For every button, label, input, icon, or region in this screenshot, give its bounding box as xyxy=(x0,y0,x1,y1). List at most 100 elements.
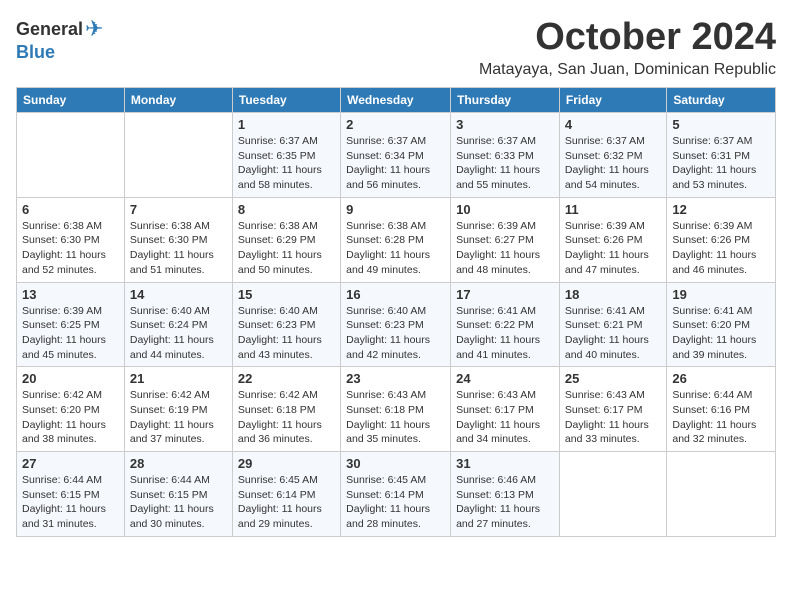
day-number: 25 xyxy=(565,371,661,386)
calendar-cell: 31 Sunrise: 6:46 AM Sunset: 6:13 PM Dayli… xyxy=(451,452,560,537)
day-number: 8 xyxy=(238,202,335,217)
calendar-body: 1 Sunrise: 6:37 AM Sunset: 6:35 PM Daylig… xyxy=(17,113,776,537)
day-detail: Sunrise: 6:42 AM Sunset: 6:19 PM Dayligh… xyxy=(130,388,227,447)
day-detail: Sunrise: 6:41 AM Sunset: 6:22 PM Dayligh… xyxy=(456,304,554,363)
day-number: 20 xyxy=(22,371,119,386)
day-detail: Sunrise: 6:43 AM Sunset: 6:17 PM Dayligh… xyxy=(456,388,554,447)
logo: General ✈ Blue xyxy=(16,16,103,63)
day-number: 15 xyxy=(238,287,335,302)
day-detail: Sunrise: 6:43 AM Sunset: 6:17 PM Dayligh… xyxy=(565,388,661,447)
calendar-cell: 18 Sunrise: 6:41 AM Sunset: 6:21 PM Dayli… xyxy=(559,282,666,367)
calendar-cell: 15 Sunrise: 6:40 AM Sunset: 6:23 PM Dayli… xyxy=(232,282,340,367)
day-number: 3 xyxy=(456,117,554,132)
day-detail: Sunrise: 6:38 AM Sunset: 6:29 PM Dayligh… xyxy=(238,219,335,278)
day-number: 1 xyxy=(238,117,335,132)
day-number: 2 xyxy=(346,117,445,132)
day-detail: Sunrise: 6:37 AM Sunset: 6:34 PM Dayligh… xyxy=(346,134,445,193)
calendar-cell: 22 Sunrise: 6:42 AM Sunset: 6:18 PM Dayli… xyxy=(232,367,340,452)
day-detail: Sunrise: 6:43 AM Sunset: 6:18 PM Dayligh… xyxy=(346,388,445,447)
day-detail: Sunrise: 6:40 AM Sunset: 6:23 PM Dayligh… xyxy=(238,304,335,363)
title-area: October 2024 Matayaya, San Juan, Dominic… xyxy=(479,16,776,79)
day-number: 24 xyxy=(456,371,554,386)
day-number: 28 xyxy=(130,456,227,471)
calendar-cell: 10 Sunrise: 6:39 AM Sunset: 6:27 PM Dayli… xyxy=(451,197,560,282)
calendar-cell: 5Sunrise: 6:37 AM Sunset: 6:31 PM Daylig… xyxy=(667,113,776,198)
day-number: 12 xyxy=(672,202,770,217)
day-number: 18 xyxy=(565,287,661,302)
day-number: 22 xyxy=(238,371,335,386)
day-number: 31 xyxy=(456,456,554,471)
day-detail: Sunrise: 6:42 AM Sunset: 6:20 PM Dayligh… xyxy=(22,388,119,447)
day-detail: Sunrise: 6:39 AM Sunset: 6:26 PM Dayligh… xyxy=(672,219,770,278)
calendar-cell: 6Sunrise: 6:38 AM Sunset: 6:30 PM Daylig… xyxy=(17,197,125,282)
day-number: 29 xyxy=(238,456,335,471)
calendar-cell: 3 Sunrise: 6:37 AM Sunset: 6:33 PM Daylig… xyxy=(451,113,560,198)
location-title: Matayaya, San Juan, Dominican Republic xyxy=(479,61,776,79)
day-detail: Sunrise: 6:46 AM Sunset: 6:13 PM Dayligh… xyxy=(456,473,554,532)
calendar-cell: 19 Sunrise: 6:41 AM Sunset: 6:20 PM Dayli… xyxy=(667,282,776,367)
calendar-cell: 21 Sunrise: 6:42 AM Sunset: 6:19 PM Dayli… xyxy=(124,367,232,452)
calendar-cell xyxy=(17,113,125,198)
day-detail: Sunrise: 6:37 AM Sunset: 6:35 PM Dayligh… xyxy=(238,134,335,193)
calendar-cell: 26 Sunrise: 6:44 AM Sunset: 6:16 PM Dayli… xyxy=(667,367,776,452)
day-detail: Sunrise: 6:39 AM Sunset: 6:25 PM Dayligh… xyxy=(22,304,119,363)
day-number: 6 xyxy=(22,202,119,217)
calendar-cell: 27 Sunrise: 6:44 AM Sunset: 6:15 PM Dayli… xyxy=(17,452,125,537)
day-detail: Sunrise: 6:38 AM Sunset: 6:30 PM Dayligh… xyxy=(130,219,227,278)
day-detail: Sunrise: 6:41 AM Sunset: 6:21 PM Dayligh… xyxy=(565,304,661,363)
day-detail: Sunrise: 6:39 AM Sunset: 6:26 PM Dayligh… xyxy=(565,219,661,278)
calendar-cell xyxy=(559,452,666,537)
day-number: 26 xyxy=(672,371,770,386)
day-detail: Sunrise: 6:44 AM Sunset: 6:16 PM Dayligh… xyxy=(672,388,770,447)
day-detail: Sunrise: 6:44 AM Sunset: 6:15 PM Dayligh… xyxy=(130,473,227,532)
calendar-cell: 11Sunrise: 6:39 AM Sunset: 6:26 PM Dayli… xyxy=(559,197,666,282)
day-number: 10 xyxy=(456,202,554,217)
weekday-header-cell: Thursday xyxy=(451,88,560,113)
day-detail: Sunrise: 6:42 AM Sunset: 6:18 PM Dayligh… xyxy=(238,388,335,447)
calendar-week-row: 1 Sunrise: 6:37 AM Sunset: 6:35 PM Daylig… xyxy=(17,113,776,198)
day-number: 16 xyxy=(346,287,445,302)
day-number: 27 xyxy=(22,456,119,471)
day-number: 23 xyxy=(346,371,445,386)
day-number: 4 xyxy=(565,117,661,132)
day-number: 5 xyxy=(672,117,770,132)
calendar-cell: 16Sunrise: 6:40 AM Sunset: 6:23 PM Dayli… xyxy=(341,282,451,367)
day-number: 21 xyxy=(130,371,227,386)
logo-general: General xyxy=(16,19,83,40)
day-detail: Sunrise: 6:37 AM Sunset: 6:33 PM Dayligh… xyxy=(456,134,554,193)
calendar-cell: 1 Sunrise: 6:37 AM Sunset: 6:35 PM Daylig… xyxy=(232,113,340,198)
calendar-week-row: 20 Sunrise: 6:42 AM Sunset: 6:20 PM Dayli… xyxy=(17,367,776,452)
calendar-cell xyxy=(124,113,232,198)
day-number: 17 xyxy=(456,287,554,302)
calendar-cell: 29 Sunrise: 6:45 AM Sunset: 6:14 PM Dayli… xyxy=(232,452,340,537)
calendar-table: SundayMondayTuesdayWednesdayThursdayFrid… xyxy=(16,87,776,537)
calendar-cell: 2 Sunrise: 6:37 AM Sunset: 6:34 PM Daylig… xyxy=(341,113,451,198)
calendar-cell: 8 Sunrise: 6:38 AM Sunset: 6:29 PM Daylig… xyxy=(232,197,340,282)
calendar-cell: 28 Sunrise: 6:44 AM Sunset: 6:15 PM Dayli… xyxy=(124,452,232,537)
weekday-header-cell: Friday xyxy=(559,88,666,113)
calendar-cell: 13Sunrise: 6:39 AM Sunset: 6:25 PM Dayli… xyxy=(17,282,125,367)
day-detail: Sunrise: 6:45 AM Sunset: 6:14 PM Dayligh… xyxy=(238,473,335,532)
calendar-cell xyxy=(667,452,776,537)
day-detail: Sunrise: 6:38 AM Sunset: 6:28 PM Dayligh… xyxy=(346,219,445,278)
calendar-cell: 23 Sunrise: 6:43 AM Sunset: 6:18 PM Dayli… xyxy=(341,367,451,452)
calendar-cell: 14Sunrise: 6:40 AM Sunset: 6:24 PM Dayli… xyxy=(124,282,232,367)
day-number: 19 xyxy=(672,287,770,302)
day-detail: Sunrise: 6:45 AM Sunset: 6:14 PM Dayligh… xyxy=(346,473,445,532)
day-number: 30 xyxy=(346,456,445,471)
calendar-week-row: 27 Sunrise: 6:44 AM Sunset: 6:15 PM Dayli… xyxy=(17,452,776,537)
day-detail: Sunrise: 6:41 AM Sunset: 6:20 PM Dayligh… xyxy=(672,304,770,363)
logo-blue: Blue xyxy=(16,42,55,63)
calendar-cell: 17 Sunrise: 6:41 AM Sunset: 6:22 PM Dayli… xyxy=(451,282,560,367)
day-detail: Sunrise: 6:40 AM Sunset: 6:24 PM Dayligh… xyxy=(130,304,227,363)
day-number: 7 xyxy=(130,202,227,217)
day-detail: Sunrise: 6:39 AM Sunset: 6:27 PM Dayligh… xyxy=(456,219,554,278)
calendar-cell: 24 Sunrise: 6:43 AM Sunset: 6:17 PM Dayli… xyxy=(451,367,560,452)
weekday-header-cell: Wednesday xyxy=(341,88,451,113)
calendar-week-row: 13Sunrise: 6:39 AM Sunset: 6:25 PM Dayli… xyxy=(17,282,776,367)
weekday-header-cell: Sunday xyxy=(17,88,125,113)
calendar-cell: 12 Sunrise: 6:39 AM Sunset: 6:26 PM Dayli… xyxy=(667,197,776,282)
page-header: General ✈ Blue October 2024 Matayaya, Sa… xyxy=(16,16,776,79)
day-detail: Sunrise: 6:44 AM Sunset: 6:15 PM Dayligh… xyxy=(22,473,119,532)
day-number: 9 xyxy=(346,202,445,217)
